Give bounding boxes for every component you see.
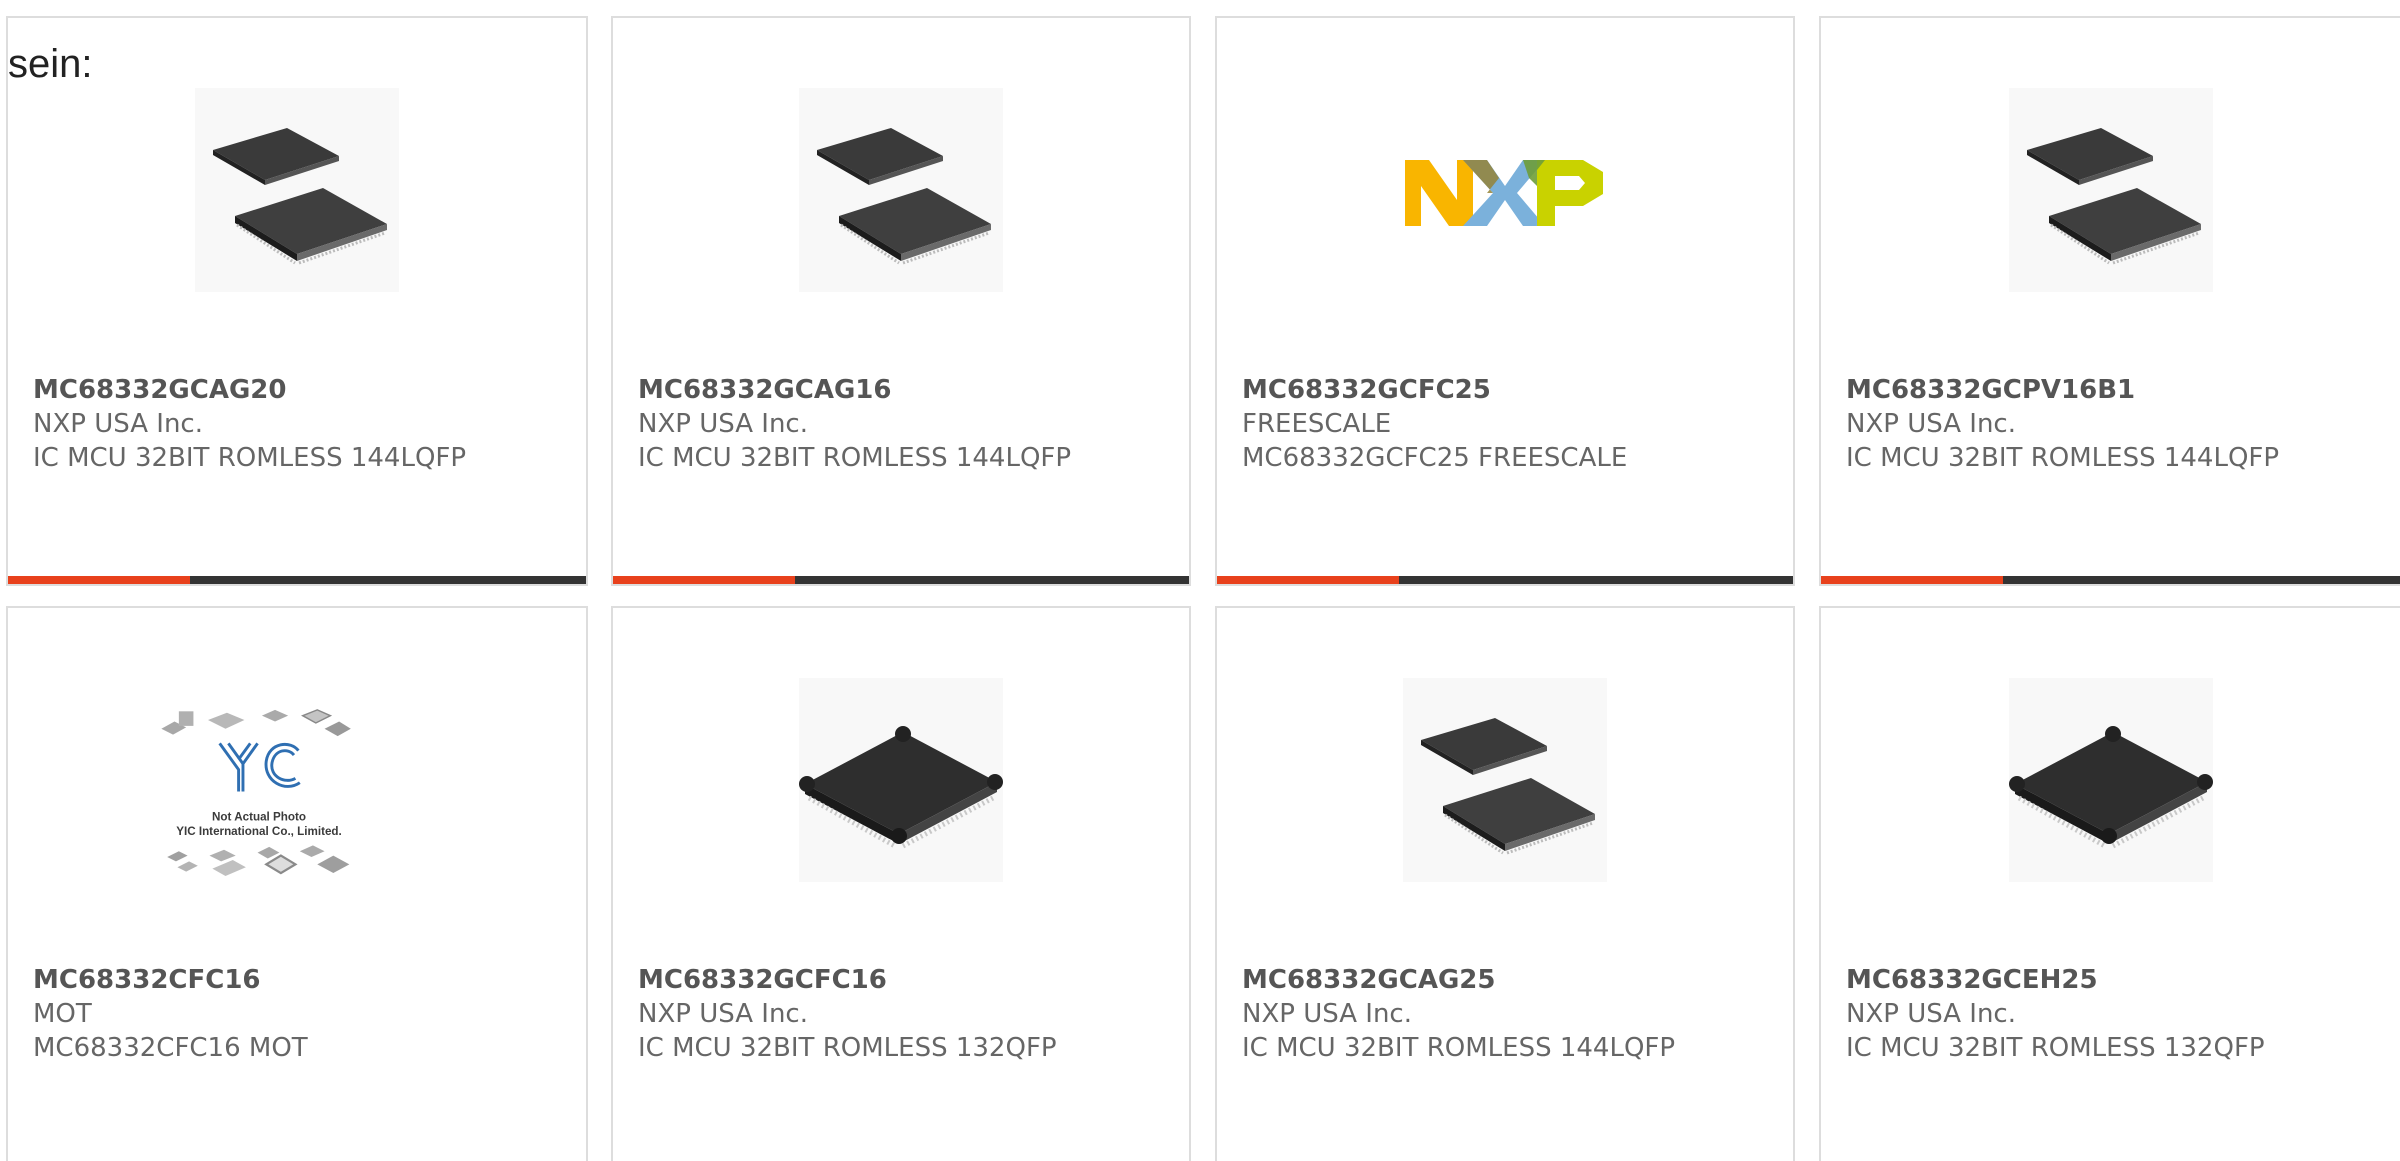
card-accent <box>613 576 795 584</box>
product-description: IC MCU 32BIT ROMLESS 132QFP <box>1846 1033 2265 1063</box>
part-number[interactable]: MC68332GCEH25 <box>1846 963 2400 997</box>
manufacturer: NXP USA Inc. <box>1846 409 2016 439</box>
manufacturer: MOT <box>33 999 92 1029</box>
manufacturer: NXP USA Inc. <box>1846 999 2016 1029</box>
product-info: MC68332GCFC16 NXP USA Inc. IC MCU 32BIT … <box>638 963 1179 1065</box>
yic-placeholder-icon: Not Actual Photo YIC International Co., … <box>161 709 351 876</box>
card-footer-bar <box>613 576 1189 584</box>
manufacturer: NXP USA Inc. <box>638 409 808 439</box>
product-description: IC MCU 32BIT ROMLESS 144LQFP <box>1242 1033 1676 1063</box>
part-number[interactable]: MC68332GCAG20 <box>33 373 576 407</box>
manufacturer: FREESCALE <box>1242 409 1392 439</box>
lqfp-chip-pair-icon <box>2027 128 2201 265</box>
card-accent <box>8 576 190 584</box>
product-card[interactable]: MC68332GCPV16B1 NXP USA Inc. IC MCU 32BI… <box>1819 16 2400 586</box>
card-accent <box>1217 576 1399 584</box>
placeholder-image[interactable]: Not Actual Photo YIC International Co., … <box>157 688 437 928</box>
product-description: MC68332GCFC25 FREESCALE <box>1242 443 1628 473</box>
manufacturer: NXP USA Inc. <box>638 999 808 1029</box>
lqfp-chip-pair-icon <box>817 128 991 265</box>
brand-logo-image[interactable] <box>1403 88 1607 292</box>
product-info: MC68332GCPV16B1 NXP USA Inc. IC MCU 32BI… <box>1846 373 2400 475</box>
product-card[interactable]: Not Actual Photo YIC International Co., … <box>6 606 588 1161</box>
part-number[interactable]: MC68332CFC16 <box>33 963 576 997</box>
placeholder-line-2: YIC International Co., Limited. <box>176 825 342 838</box>
product-info: MC68332GCAG16 NXP USA Inc. IC MCU 32BIT … <box>638 373 1179 475</box>
product-info: MC68332GCEH25 NXP USA Inc. IC MCU 32BIT … <box>1846 963 2400 1065</box>
part-number[interactable]: MC68332GCFC16 <box>638 963 1179 997</box>
product-description: IC MCU 32BIT ROMLESS 144LQFP <box>1846 443 2280 473</box>
part-number[interactable]: MC68332GCFC25 <box>1242 373 1783 407</box>
part-number[interactable]: MC68332GCPV16B1 <box>1846 373 2400 407</box>
product-card[interactable]: MC68332GCAG16 NXP USA Inc. IC MCU 32BIT … <box>611 16 1191 586</box>
chip-image[interactable] <box>195 88 399 292</box>
card-accent <box>1821 576 2003 584</box>
product-info: MC68332GCFC25 FREESCALE MC68332GCFC25 FR… <box>1242 373 1783 475</box>
product-description: IC MCU 32BIT ROMLESS 144LQFP <box>33 443 467 473</box>
qfp-chip-icon <box>799 726 1003 849</box>
chip-image[interactable] <box>1403 678 1607 882</box>
manufacturer: NXP USA Inc. <box>33 409 203 439</box>
card-footer-bar <box>8 576 586 584</box>
chip-image[interactable] <box>799 678 1003 882</box>
chip-image[interactable] <box>799 88 1003 292</box>
product-info: MC68332CFC16 MOT MC68332CFC16 MOT <box>33 963 576 1065</box>
product-card[interactable]: MC68332GCFC25 FREESCALE MC68332GCFC25 FR… <box>1215 16 1795 586</box>
product-info: MC68332GCAG25 NXP USA Inc. IC MCU 32BIT … <box>1242 963 1783 1065</box>
card-footer-bar <box>1217 576 1793 584</box>
product-description: IC MCU 32BIT ROMLESS 144LQFP <box>638 443 1072 473</box>
product-card[interactable]: MC68332GCAG25 NXP USA Inc. IC MCU 32BIT … <box>1215 606 1795 1161</box>
lqfp-chip-pair-icon <box>1421 718 1595 855</box>
part-number[interactable]: MC68332GCAG16 <box>638 373 1179 407</box>
manufacturer: NXP USA Inc. <box>1242 999 1412 1029</box>
product-description: MC68332CFC16 MOT <box>33 1033 308 1063</box>
product-card[interactable]: MC68332GCEH25 NXP USA Inc. IC MCU 32BIT … <box>1819 606 2400 1161</box>
product-grid-page: sein: MC68332GCAG20 NXP USA Inc. IC MCU … <box>0 0 2400 1161</box>
product-info: MC68332GCAG20 NXP USA Inc. IC MCU 32BIT … <box>33 373 576 475</box>
product-card[interactable]: MC68332GCFC16 NXP USA Inc. IC MCU 32BIT … <box>611 606 1191 1161</box>
nxp-logo-icon <box>1405 160 1603 226</box>
qfp-chip-icon <box>2009 726 2213 849</box>
product-description: IC MCU 32BIT ROMLESS 132QFP <box>638 1033 1057 1063</box>
part-number[interactable]: MC68332GCAG25 <box>1242 963 1783 997</box>
card-footer-bar <box>1821 576 2400 584</box>
chip-image[interactable] <box>2009 88 2213 292</box>
intro-text: sein: <box>8 42 93 86</box>
placeholder-line-1: Not Actual Photo <box>212 811 306 824</box>
lqfp-chip-pair-icon <box>213 128 387 265</box>
chip-image[interactable] <box>2009 678 2213 882</box>
product-card[interactable]: MC68332GCAG20 NXP USA Inc. IC MCU 32BIT … <box>6 16 588 586</box>
